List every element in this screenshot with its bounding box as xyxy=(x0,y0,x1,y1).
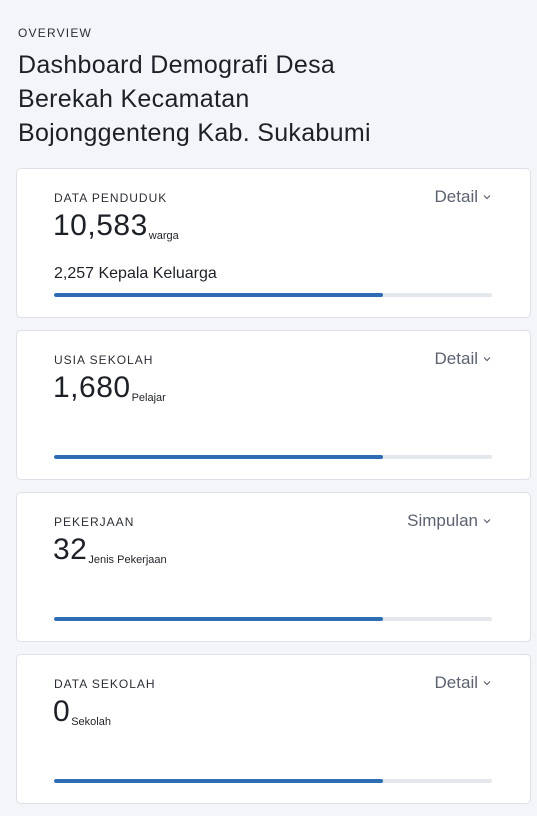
chevron-down-icon xyxy=(483,357,491,362)
simpulan-dropdown-button[interactable]: Simpulan xyxy=(407,511,492,531)
dropdown-label: Simpulan xyxy=(407,511,478,530)
metric: 10,583 warga xyxy=(53,209,179,243)
detail-dropdown-button[interactable]: Detail xyxy=(435,349,492,369)
metric: 0 Sekolah xyxy=(53,695,111,729)
page-title-line: Berekah Kecamatan xyxy=(18,85,250,113)
overline-label: OVERVIEW xyxy=(18,26,93,40)
metric: 1,680 Pelajar xyxy=(53,371,166,405)
progress-bar xyxy=(54,455,492,459)
page-header: OVERVIEW Dashboard Demografi Desa Bereka… xyxy=(0,0,537,150)
progress-bar xyxy=(54,293,492,297)
page-title: Dashboard Demografi Desa Berekah Kecamat… xyxy=(18,48,519,150)
progress-fill xyxy=(54,617,383,621)
dropdown-label: Detail xyxy=(434,349,478,368)
sub-stat: 2,257 Kepala Keluarga xyxy=(54,265,217,282)
progress-bar xyxy=(54,779,492,783)
card-label: PEKERJAAN xyxy=(54,515,135,529)
progress-fill xyxy=(54,455,383,459)
card-label: DATA SEKOLAH xyxy=(54,677,156,691)
dropdown-label: Detail xyxy=(434,673,478,692)
card-data-sekolah: DATA SEKOLAH Detail 0 Sekolah xyxy=(16,654,531,804)
card-data-penduduk: DATA PENDUDUK Detail 10,583 warga 2,257 … xyxy=(16,168,531,318)
metric-unit: Jenis Pekerjaan xyxy=(88,554,167,566)
metric-value: 0 xyxy=(53,695,71,728)
chevron-down-icon xyxy=(483,681,491,686)
page-title-line: Bojonggenteng Kab. Sukabumi xyxy=(18,119,371,147)
chevron-down-icon xyxy=(483,519,491,524)
metric: 32 Jenis Pekerjaan xyxy=(53,533,167,567)
page-title-line: Dashboard Demografi Desa xyxy=(18,51,336,79)
metric-value: 1,680 xyxy=(53,371,131,404)
progress-fill xyxy=(54,293,383,297)
chevron-down-icon xyxy=(483,195,491,200)
detail-dropdown-button[interactable]: Detail xyxy=(435,187,492,207)
metric-unit: Pelajar xyxy=(131,392,166,404)
progress-bar xyxy=(54,617,492,621)
dropdown-label: Detail xyxy=(434,187,478,206)
metric-unit: Sekolah xyxy=(71,716,111,728)
metric-value: 32 xyxy=(53,533,88,566)
metric-unit: warga xyxy=(148,230,179,242)
stat-cards: DATA PENDUDUK Detail 10,583 warga 2,257 … xyxy=(16,168,531,816)
card-label: USIA SEKOLAH xyxy=(54,353,154,367)
card-pekerjaan: PEKERJAAN Simpulan 32 Jenis Pekerjaan xyxy=(16,492,531,642)
card-label: DATA PENDUDUK xyxy=(54,191,168,205)
metric-value: 10,583 xyxy=(53,209,148,242)
card-usia-sekolah: USIA SEKOLAH Detail 1,680 Pelajar xyxy=(16,330,531,480)
detail-dropdown-button[interactable]: Detail xyxy=(435,673,492,693)
progress-fill xyxy=(54,779,383,783)
